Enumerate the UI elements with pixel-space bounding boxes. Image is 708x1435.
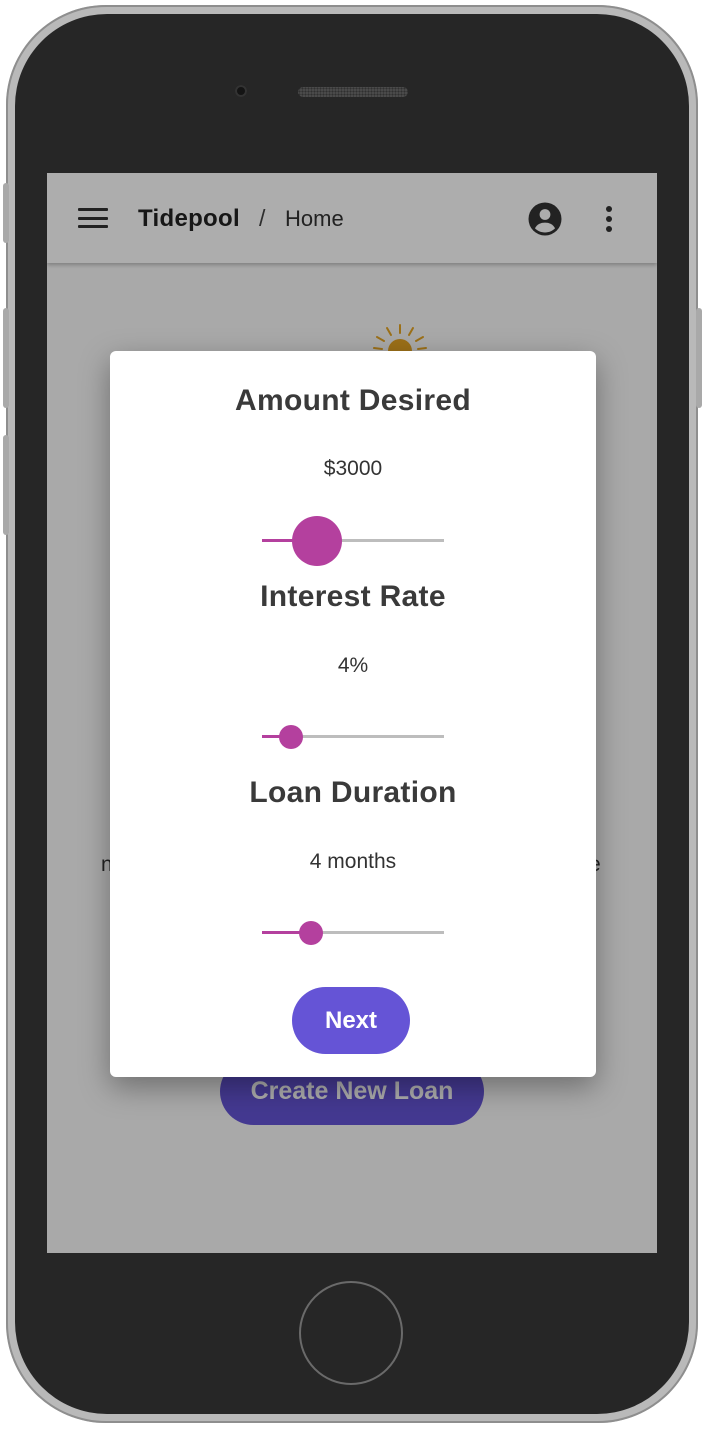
- amount-desired-value: $3000: [323, 457, 383, 480]
- interest-rate-value: 4%: [337, 654, 369, 677]
- slider-thumb[interactable]: [299, 920, 324, 945]
- power-button: [696, 308, 702, 408]
- camera: [235, 85, 247, 97]
- next-button[interactable]: Next: [292, 987, 410, 1054]
- volume-button: [3, 183, 9, 243]
- app-screen: Tidepool / Home n e Create New Loan Amou…: [47, 173, 657, 1253]
- interest-rate-title: Interest Rate: [260, 580, 446, 613]
- amount-desired-title: Amount Desired: [235, 384, 471, 417]
- volume-button: [3, 308, 9, 408]
- amount-desired-slider[interactable]: [262, 515, 444, 566]
- home-button[interactable]: [299, 1281, 403, 1385]
- slider-thumb[interactable]: [291, 515, 342, 566]
- loan-duration-value: 4 months: [309, 850, 397, 873]
- interest-rate-slider[interactable]: [262, 716, 444, 756]
- loan-parameters-dialog: Amount Desired $3000 Interest Rate 4% Lo…: [110, 351, 596, 1077]
- speaker-grille: [298, 87, 408, 97]
- loan-duration-slider[interactable]: [262, 912, 444, 952]
- slider-thumb[interactable]: [279, 724, 304, 749]
- loan-duration-title: Loan Duration: [249, 776, 457, 809]
- volume-button: [3, 435, 9, 535]
